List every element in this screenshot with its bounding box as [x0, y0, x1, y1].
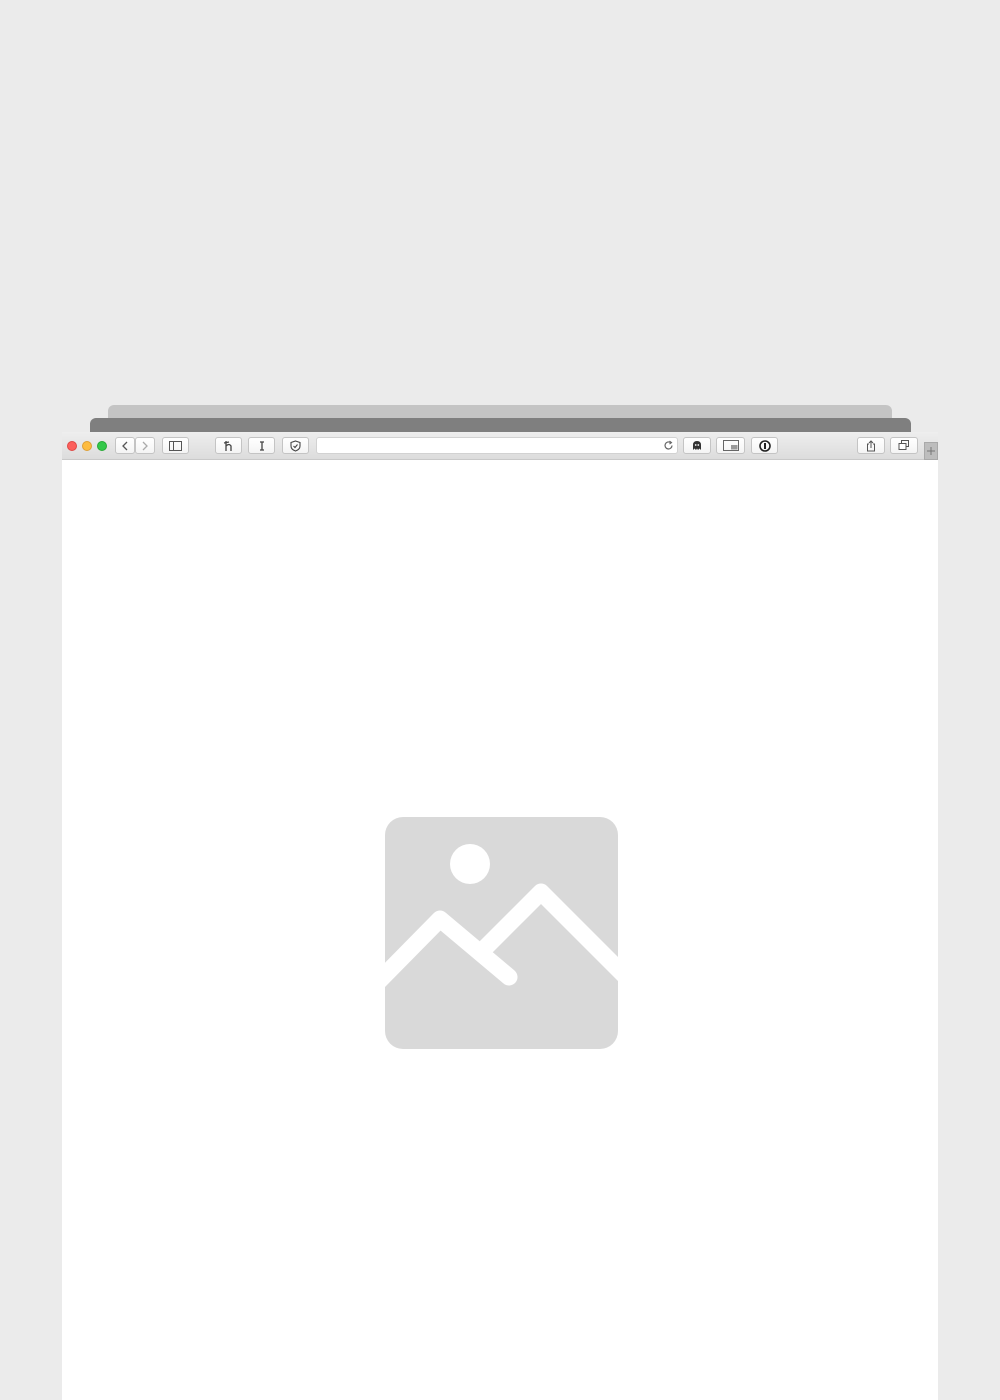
shield-check-icon [290, 439, 301, 452]
page-content [62, 460, 938, 1400]
new-tab-button[interactable] [924, 442, 938, 460]
image-placeholder-icon [385, 817, 618, 1049]
forward-button[interactable] [135, 437, 155, 454]
reload-icon[interactable] [663, 440, 674, 451]
sidebar-button[interactable] [162, 437, 189, 454]
text-cursor-icon [259, 440, 264, 451]
chevron-right-icon [142, 441, 148, 450]
text-extension-button[interactable] [248, 437, 275, 454]
ghostery-extension-button[interactable] [683, 437, 711, 454]
password-manager-icon [758, 439, 771, 452]
plus-icon [927, 447, 935, 455]
minimize-window-button[interactable] [82, 441, 92, 451]
sidebar-icon [169, 440, 182, 451]
zoom-window-button[interactable] [97, 441, 107, 451]
picture-in-picture-icon [722, 440, 739, 451]
screen [0, 0, 1000, 1400]
tabs-overview-icon [898, 440, 909, 450]
password-manager-button[interactable] [751, 437, 778, 454]
share-icon [867, 439, 875, 451]
address-bar[interactable] [316, 437, 678, 454]
share-button[interactable] [857, 437, 885, 454]
privacy-extension-button[interactable] [282, 437, 309, 454]
tab-overview-button[interactable] [890, 437, 918, 454]
back-button[interactable] [115, 437, 135, 454]
picture-in-picture-button[interactable] [716, 437, 745, 454]
ghostery-icon [693, 441, 701, 450]
browser-toolbar [62, 432, 938, 460]
close-window-button[interactable] [67, 441, 77, 451]
honey-icon [223, 440, 232, 451]
browser-window [62, 432, 938, 1400]
honey-extension-button[interactable] [215, 437, 242, 454]
chevron-left-icon [122, 441, 128, 450]
